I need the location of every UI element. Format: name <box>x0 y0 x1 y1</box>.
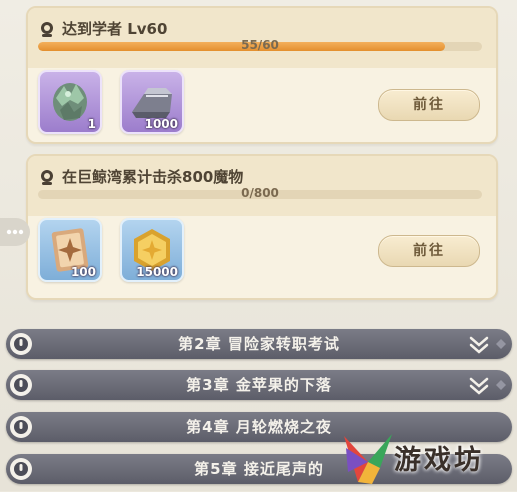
chapter-row[interactable]: 第2章 冒险家转职考试 <box>6 329 512 359</box>
chapter-row[interactable]: 第3章 金苹果的下落 <box>6 370 512 400</box>
watermark-text: 游戏坊 <box>394 445 484 476</box>
quest-title: 在巨鲸湾累计击杀800魔物 <box>62 168 244 186</box>
chapter-title: 第3章 金苹果的下落 <box>186 376 332 394</box>
quest-progress-text: 55/60 <box>241 38 279 52</box>
chevron-down-icon <box>469 377 489 395</box>
reward-item[interactable]: 1000 <box>120 70 184 134</box>
chevron-down-icon <box>469 336 489 354</box>
quest-card-header: 在巨鲸湾累计击杀800魔物 0/800 <box>28 156 496 216</box>
quest-card-header: 达到学者 Lv60 55/60 <box>28 8 496 68</box>
chat-dots-icon <box>6 229 24 235</box>
quest-card: 在巨鲸湾累计击杀800魔物 0/800 100 15000 前往 <box>26 154 498 300</box>
go-button[interactable]: 前往 <box>378 235 480 267</box>
reward-item[interactable]: 15000 <box>120 218 184 282</box>
reward-item[interactable]: 1 <box>38 70 102 134</box>
reward-quantity: 1000 <box>144 117 178 131</box>
watermark-logo-icon <box>344 434 392 484</box>
quest-card: 达到学者 Lv60 55/60 1 1000 前往 <box>26 6 498 144</box>
quest-progress-text: 0/800 <box>241 186 279 200</box>
reward-quantity: 100 <box>70 265 96 279</box>
chat-button[interactable] <box>0 218 30 246</box>
quest-marker-icon <box>41 170 53 185</box>
reward-quantity: 1 <box>87 117 96 131</box>
chapter-title: 第2章 冒险家转职考试 <box>178 335 340 353</box>
watermark: 游戏坊 <box>338 428 514 488</box>
diamond-dot-icon <box>496 339 506 349</box>
diamond-dot-icon <box>496 380 506 390</box>
quest-marker-icon <box>41 22 53 37</box>
quest-title: 达到学者 Lv60 <box>62 20 168 38</box>
go-button[interactable]: 前往 <box>378 89 480 121</box>
reward-quantity: 15000 <box>136 265 178 279</box>
reward-item[interactable]: 100 <box>38 218 102 282</box>
